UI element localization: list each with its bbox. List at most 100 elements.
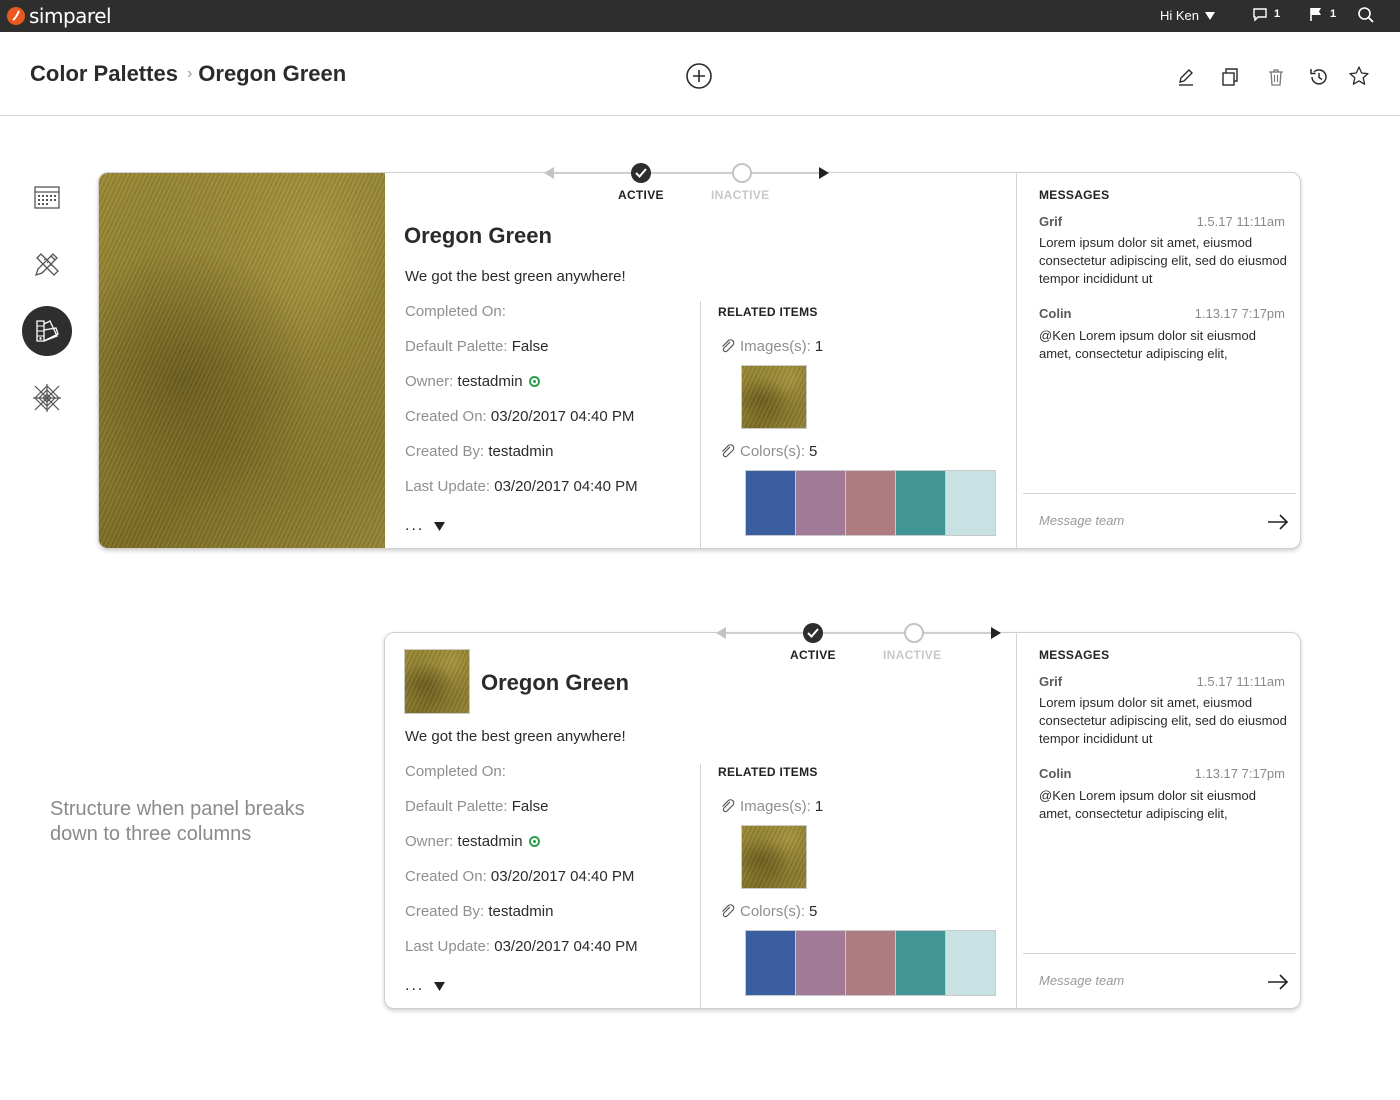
item-title: Oregon Green: [404, 223, 552, 248]
color-swatch[interactable]: [945, 470, 996, 536]
field-default-palette: Default Palette: False: [405, 798, 548, 815]
field-value[interactable]: testadmin: [458, 373, 523, 390]
palette-image[interactable]: [404, 649, 470, 714]
status-track: [546, 173, 821, 174]
comments-count: 1: [1274, 8, 1281, 20]
add-button[interactable]: [685, 62, 713, 90]
more-ellipsis: ...: [405, 977, 425, 994]
field-value: 03/20/2017 04:40 PM: [490, 868, 635, 885]
message-author[interactable]: Colin: [1039, 766, 1072, 781]
status-inactive-dot[interactable]: [732, 163, 752, 183]
field-key: Completed On:: [405, 303, 506, 320]
message-header: Colin 1.13.17 7:17pm: [1039, 306, 1285, 321]
flag-icon: [1310, 8, 1321, 21]
message-author[interactable]: Grif: [1039, 674, 1062, 689]
colors-label: Colors(s):: [740, 903, 806, 920]
rail-patterns[interactable]: [22, 373, 72, 423]
field-key: Default Palette:: [405, 338, 508, 355]
send-message-button[interactable]: [1267, 513, 1291, 531]
message-time: 1.5.17 11:11am: [1196, 674, 1285, 689]
send-message-button[interactable]: [1267, 973, 1291, 991]
field-key: Created On:: [405, 868, 487, 885]
images-count: 1: [814, 798, 824, 815]
star-icon: [1349, 66, 1369, 85]
related-image-thumbnail[interactable]: [741, 825, 807, 889]
delete-button[interactable]: [1262, 63, 1290, 91]
color-swatch[interactable]: [945, 930, 996, 996]
search-icon: [1358, 7, 1374, 23]
color-swatch[interactable]: [845, 930, 896, 996]
field-value[interactable]: testadmin: [458, 833, 523, 850]
palette-image[interactable]: [99, 173, 385, 548]
paperclip-icon: [722, 903, 735, 917]
breadcrumb-parent[interactable]: Color Palettes: [30, 61, 178, 87]
status-inactive-label: INACTIVE: [883, 648, 942, 662]
color-swatch[interactable]: [745, 930, 796, 996]
message-text: Lorem ipsum dolor sit amet, eiusmod cons…: [1039, 235, 1287, 286]
color-swatch[interactable]: [895, 470, 946, 536]
favorite-button[interactable]: [1345, 62, 1373, 90]
status-active-label: ACTIVE: [618, 188, 664, 202]
message-time: 1.5.17 11:11am: [1196, 214, 1285, 229]
color-swatch[interactable]: [795, 930, 846, 996]
duplicate-button[interactable]: [1216, 63, 1244, 91]
field-key: Default Palette:: [405, 798, 508, 815]
message-input[interactable]: Message team: [1039, 973, 1124, 988]
field-value: 03/20/2017 04:40 PM: [490, 408, 635, 425]
greeting: Hi Ken: [1160, 8, 1200, 23]
more-fields-button[interactable]: ...: [405, 977, 446, 995]
field-key: Last Update:: [405, 478, 491, 495]
field-completed-on: Completed On:: [405, 303, 506, 320]
status-prev-icon[interactable]: [716, 627, 726, 639]
chevron-down-icon: [434, 981, 446, 991]
check-icon: [635, 168, 647, 178]
message-input[interactable]: Message team: [1039, 513, 1124, 528]
message-header: Grif 1.5.17 11:11am: [1039, 674, 1285, 689]
status-prev-icon[interactable]: [544, 167, 554, 179]
color-swatch[interactable]: [895, 930, 946, 996]
check-icon: [807, 628, 819, 638]
rail-color-palettes[interactable]: [22, 306, 72, 356]
layout-note: Structure when panel breaks down to thre…: [50, 798, 305, 845]
color-swatch[interactable]: [845, 470, 896, 536]
message-time: 1.13.17 7:17pm: [1194, 766, 1285, 781]
column-divider: [1016, 633, 1017, 1008]
page-title: Oregon Green: [198, 61, 347, 86]
status-active-dot[interactable]: [803, 623, 823, 643]
related-images[interactable]: Images(s): 1: [720, 338, 823, 355]
column-divider: [1016, 173, 1017, 548]
related-colors[interactable]: Colors(s): 5: [720, 443, 817, 460]
search-button[interactable]: [1357, 6, 1375, 24]
color-swatch[interactable]: [795, 470, 846, 536]
status-active-dot[interactable]: [631, 163, 651, 183]
status-inactive-dot[interactable]: [904, 623, 924, 643]
message-author[interactable]: Grif: [1039, 214, 1062, 229]
messages-heading: MESSAGES: [1039, 648, 1110, 662]
color-swatch[interactable]: [745, 470, 796, 536]
field-value: testadmin: [488, 903, 554, 920]
related-colors[interactable]: Colors(s): 5: [720, 903, 817, 920]
trash-icon: [1269, 69, 1283, 86]
paperclip-icon: [722, 443, 735, 457]
item-title: Oregon Green: [481, 670, 629, 695]
related-image-thumbnail[interactable]: [741, 365, 807, 429]
logo[interactable]: simparel: [6, 3, 112, 29]
status-next-icon[interactable]: [991, 627, 1001, 639]
related-items-heading: RELATED ITEMS: [718, 765, 818, 779]
status-next-icon[interactable]: [819, 167, 829, 179]
field-created-on: Created On: 03/20/2017 04:40 PM: [405, 868, 634, 885]
field-value: 03/20/2017 04:40 PM: [494, 938, 638, 955]
edit-button[interactable]: [1172, 63, 1200, 91]
flags-button[interactable]: 1: [1308, 6, 1336, 22]
rail-calendar[interactable]: [22, 172, 72, 222]
logo-text: simparel: [29, 4, 112, 28]
rail-design-tools[interactable]: [22, 239, 72, 289]
more-fields-button[interactable]: ...: [405, 517, 446, 535]
related-images[interactable]: Images(s): 1: [720, 798, 823, 815]
message-author[interactable]: Colin: [1039, 306, 1072, 321]
history-button[interactable]: [1305, 63, 1333, 91]
chevron-down-icon: [1205, 11, 1216, 20]
palette-panel-wide: ACTIVE INACTIVE Oregon Green We got the …: [98, 163, 1301, 549]
comments-button[interactable]: 1: [1252, 6, 1280, 22]
user-menu[interactable]: Hi Ken: [1160, 8, 1216, 23]
